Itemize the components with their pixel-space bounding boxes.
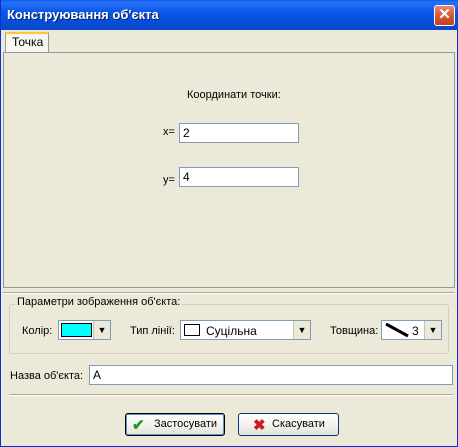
apply-label: Застосувати xyxy=(154,418,218,430)
y-label: y= xyxy=(163,174,175,186)
window-title: Конструювання об'єкта xyxy=(7,7,159,22)
cancel-label: Скасувати xyxy=(272,418,325,430)
line-thickness-icon xyxy=(385,322,409,338)
cancel-button[interactable]: ✖ Скасувати xyxy=(238,413,339,436)
line-style-icon xyxy=(184,324,200,336)
display-params-caption: Параметри зображення об'єкта: xyxy=(15,296,183,308)
coordinates-heading: Координати точки: xyxy=(187,89,281,101)
chevron-down-icon[interactable]: ▼ xyxy=(424,321,441,339)
x-label: x= xyxy=(163,126,175,138)
close-icon: ✕ xyxy=(438,6,451,23)
line-type-dropdown[interactable]: Суцільна ▼ xyxy=(180,320,311,340)
title-bar[interactable]: Конструювання об'єкта ✕ xyxy=(1,0,458,30)
separator-top xyxy=(3,292,455,294)
color-label: Колір: xyxy=(22,325,53,337)
object-name-input[interactable]: A xyxy=(89,365,453,385)
line-type-label: Тип лінії: xyxy=(130,325,175,337)
y-input[interactable]: 4 xyxy=(179,167,299,187)
thickness-value: 3 xyxy=(412,324,419,338)
checkmark-icon: ✔ xyxy=(132,417,145,434)
object-name-label: Назва об'єкта: xyxy=(10,370,84,382)
color-swatch xyxy=(61,323,92,337)
x-input[interactable]: 2 xyxy=(179,123,299,143)
color-dropdown[interactable]: ▼ xyxy=(58,320,111,340)
tab-point[interactable]: Точка xyxy=(5,32,49,53)
dialog-window: Конструювання об'єкта ✕ Точка Координати… xyxy=(0,0,458,447)
thickness-label: Товщина: xyxy=(330,325,379,337)
close-button[interactable]: ✕ xyxy=(434,5,455,26)
thickness-dropdown[interactable]: 3 ▼ xyxy=(381,320,442,340)
chevron-down-icon[interactable]: ▼ xyxy=(93,321,110,339)
separator-bottom xyxy=(9,394,453,396)
chevron-down-icon[interactable]: ▼ xyxy=(293,321,310,339)
line-type-value: Суцільна xyxy=(206,324,257,338)
apply-button[interactable]: ✔ Застосувати xyxy=(125,413,225,436)
x-icon: ✖ xyxy=(253,417,266,434)
